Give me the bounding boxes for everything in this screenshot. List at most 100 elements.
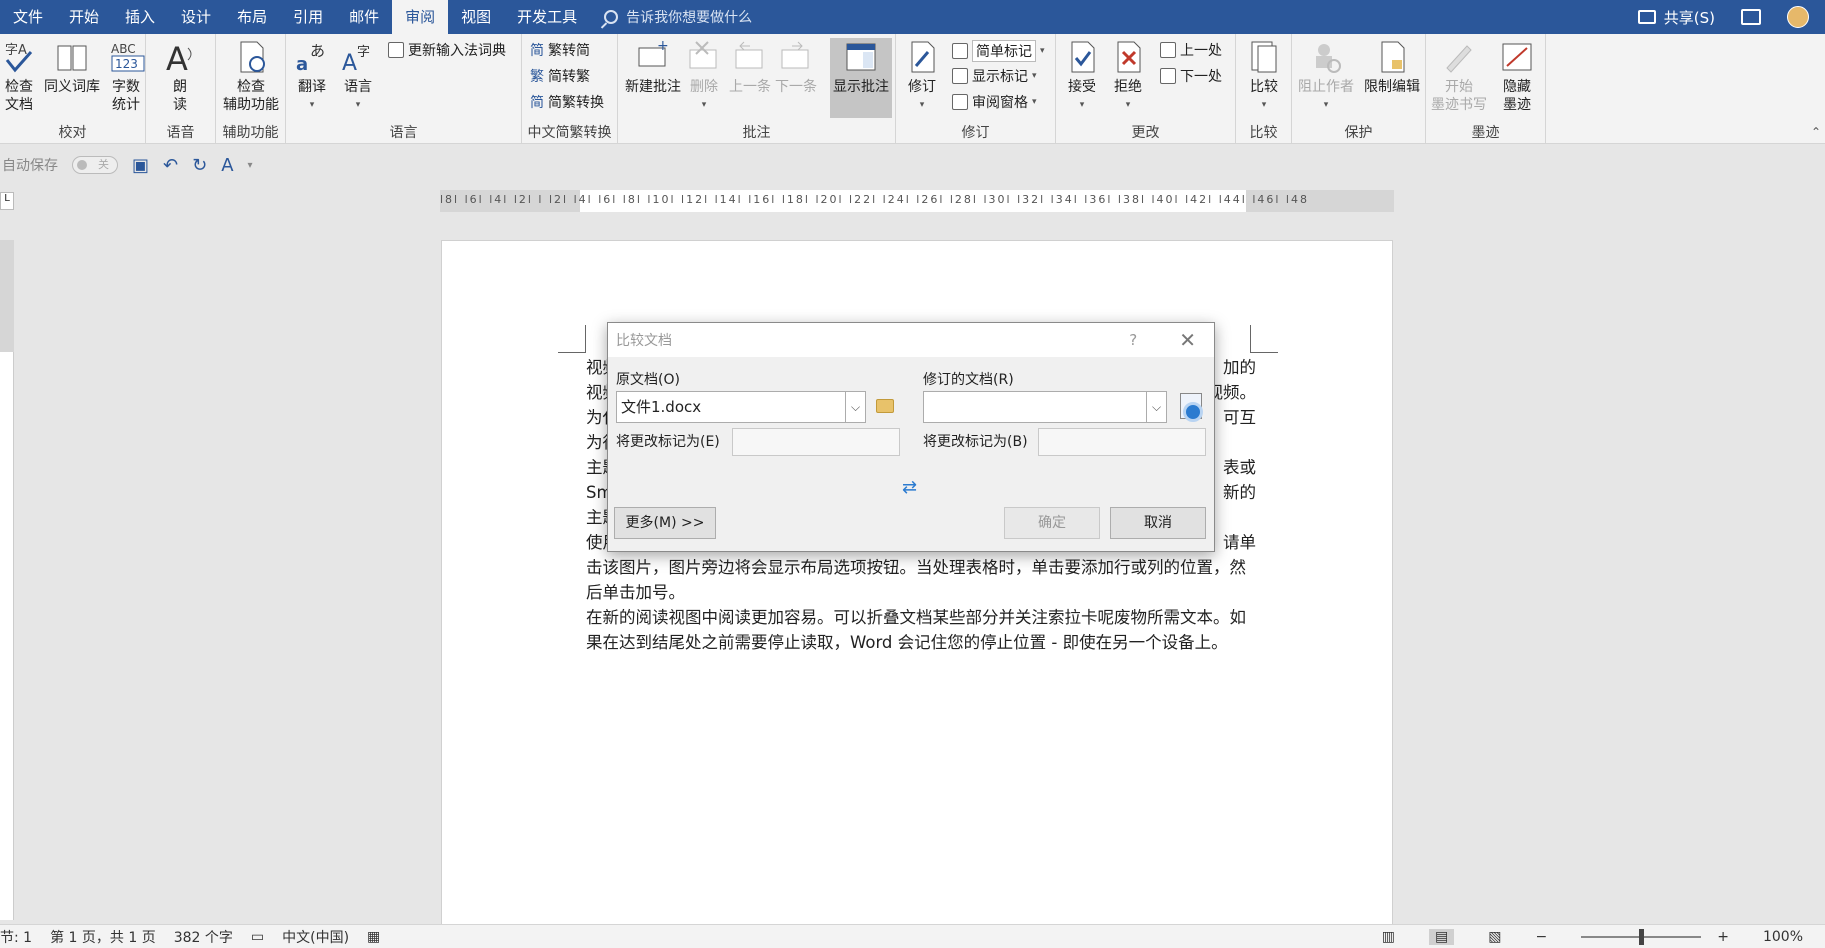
zoom-slider-thumb[interactable]: [1639, 928, 1645, 945]
doc-line: 击该图片，图片旁边将会显示布局选项按钮。当处理表格时，单击要添加行或列的位置，然: [586, 558, 1246, 577]
language-label: 语言: [344, 79, 372, 95]
zoom-out-icon[interactable]: −: [1536, 929, 1548, 945]
redo-icon[interactable]: ↻: [192, 155, 207, 176]
horizontal-ruler[interactable]: l8l l6l l4l l2l l l2l l4l l6l l8l l10l l…: [440, 190, 1394, 212]
reject-button[interactable]: 拒绝 ▾: [1108, 40, 1148, 114]
proofing-icon[interactable]: ▭: [251, 929, 264, 945]
revised-document-combo[interactable]: ⌵: [923, 391, 1167, 423]
group-label: 保护: [1344, 125, 1373, 141]
spelling-icon[interactable]: A: [221, 155, 233, 176]
ribbon-review: 字A 检查 文档 同义词库 ABC 123 字数 统计 校对 A 朗 读 语音 检…: [0, 34, 1825, 144]
share-button[interactable]: 共享(S): [1637, 7, 1715, 28]
previous-comment-button[interactable]: 上一条: [728, 40, 772, 96]
language-indicator[interactable]: 中文(中国): [282, 927, 349, 947]
svg-text:A: A: [166, 40, 188, 74]
tab-mailings[interactable]: 邮件: [336, 0, 392, 34]
avatar[interactable]: [1787, 6, 1809, 28]
tab-developer[interactable]: 开发工具: [504, 0, 590, 34]
chevron-down-icon[interactable]: ⌵: [1146, 392, 1166, 422]
print-layout-icon[interactable]: ▤: [1429, 928, 1455, 945]
delete-comment-button[interactable]: 删除 ▾: [684, 40, 724, 114]
word-count[interactable]: 382 个字: [174, 927, 233, 947]
simplified-to-traditional-button[interactable]: 繁 简转繁: [530, 66, 590, 86]
tab-selector[interactable]: L: [0, 192, 14, 210]
tab-insert[interactable]: 插入: [112, 0, 168, 34]
customize-qat-icon[interactable]: ▾: [248, 160, 253, 171]
group-proofing: 字A 检查 文档 同义词库 ABC 123 字数 统计 校对: [0, 34, 146, 144]
new-comment-button[interactable]: + 新建批注: [622, 38, 684, 96]
chevron-down-icon: ▾: [1040, 46, 1045, 56]
previous-change-button[interactable]: 上一处: [1160, 40, 1222, 60]
section-indicator[interactable]: 节: 1: [0, 927, 32, 947]
hide-ink-label: 隐藏 墨迹: [1503, 79, 1531, 113]
help-icon[interactable]: ?: [1129, 331, 1137, 349]
page-indicator[interactable]: 第 1 页，共 1 页: [50, 927, 156, 947]
tab-home[interactable]: 开始: [56, 0, 112, 34]
undo-icon[interactable]: ↶: [163, 155, 178, 176]
tab-design[interactable]: 设计: [168, 0, 224, 34]
chinese-conversion-button[interactable]: 简 简繁转换: [530, 92, 604, 112]
language-icon: A字: [342, 40, 374, 76]
accept-button[interactable]: 接受 ▾: [1062, 40, 1102, 114]
display-for-review-select[interactable]: 简单标记 ▾: [952, 40, 1045, 62]
tab-view[interactable]: 视图: [448, 0, 504, 34]
word-count-button[interactable]: ABC 123 字数 统计: [106, 40, 146, 114]
next-change-button[interactable]: 下一处: [1160, 66, 1222, 86]
reviewing-pane-button[interactable]: 审阅窗格 ▾: [952, 92, 1037, 112]
collapse-ribbon-icon[interactable]: ⌃: [1811, 125, 1821, 139]
zoom-in-icon[interactable]: +: [1717, 929, 1729, 945]
translate-button[interactable]: aあ 翻译 ▾: [292, 40, 332, 114]
mark-changes-field-right[interactable]: [1038, 428, 1206, 456]
ok-button[interactable]: 确定: [1004, 507, 1100, 539]
read-mode-icon[interactable]: ▥: [1382, 929, 1395, 945]
track-changes-button[interactable]: 修订 ▾: [902, 40, 942, 114]
macro-icon[interactable]: ▦: [367, 929, 380, 945]
restrict-editing-button[interactable]: 限制编辑: [1360, 40, 1424, 96]
zoom-slider[interactable]: [1581, 928, 1702, 945]
compare-button[interactable]: 比较 ▾: [1244, 40, 1284, 114]
tab-layout[interactable]: 布局: [224, 0, 280, 34]
translate-label: 翻译: [298, 79, 326, 95]
tab-references[interactable]: 引用: [280, 0, 336, 34]
close-icon[interactable]: ✕: [1179, 328, 1196, 352]
start-inking-button[interactable]: 开始 墨迹书写: [1428, 40, 1490, 114]
s2t-label: 简转繁: [548, 69, 590, 85]
comments-icon[interactable]: [1741, 9, 1761, 25]
doc-line-fragment: 新的: [1223, 483, 1256, 502]
original-document-combo[interactable]: 文件1.docx ⌵: [616, 391, 866, 423]
swap-documents-icon[interactable]: ⇄: [902, 477, 917, 498]
lock-icon: [1376, 40, 1408, 74]
vertical-ruler[interactable]: [0, 240, 14, 920]
browse-revised-icon[interactable]: [1180, 393, 1203, 422]
mark-changes-field-left[interactable]: [732, 428, 900, 456]
show-markup-label: 显示标记: [972, 69, 1028, 85]
tab-file[interactable]: 文件: [0, 0, 56, 34]
show-comments-button[interactable]: 显示批注: [830, 38, 892, 118]
read-aloud-button[interactable]: A 朗 读: [162, 40, 198, 114]
start-inking-label: 开始 墨迹书写: [1431, 79, 1487, 113]
autosave-toggle[interactable]: 关: [72, 156, 118, 174]
chevron-down-icon[interactable]: ⌵: [845, 392, 865, 422]
update-ime-dictionary-button[interactable]: 更新输入法词典: [388, 40, 506, 60]
zoom-level[interactable]: 100%: [1763, 929, 1803, 945]
check-accessibility-button[interactable]: 检查 辅助功能: [220, 40, 282, 114]
tell-me-search[interactable]: 告诉我你想要做什么: [604, 7, 752, 27]
tab-review[interactable]: 审阅: [392, 0, 449, 34]
hide-ink-button[interactable]: 隐藏 墨迹: [1490, 40, 1544, 114]
block-authors-button[interactable]: 阻止作者 ▾: [1296, 40, 1356, 114]
language-button[interactable]: A字 语言 ▾: [338, 40, 378, 114]
show-markup-button[interactable]: 显示标记 ▾: [952, 66, 1037, 86]
save-icon[interactable]: ▣: [132, 155, 149, 176]
web-layout-icon[interactable]: ▧: [1488, 929, 1501, 945]
spelling-grammar-button[interactable]: 字A 检查 文档: [2, 40, 36, 114]
more-options-button[interactable]: 更多(M) >>: [614, 507, 716, 539]
folder-icon[interactable]: [876, 399, 894, 413]
traditional-to-simplified-button[interactable]: 简 繁转简: [530, 40, 590, 60]
delete-comment-icon: [688, 40, 720, 74]
spell-check-icon: 字A: [3, 40, 35, 74]
cancel-button[interactable]: 取消: [1110, 507, 1206, 539]
thesaurus-button[interactable]: 同义词库: [40, 40, 104, 96]
next-comment-button[interactable]: 下一条: [774, 40, 818, 96]
chevron-down-icon: ▾: [701, 100, 707, 110]
group-label: 批注: [742, 125, 771, 141]
